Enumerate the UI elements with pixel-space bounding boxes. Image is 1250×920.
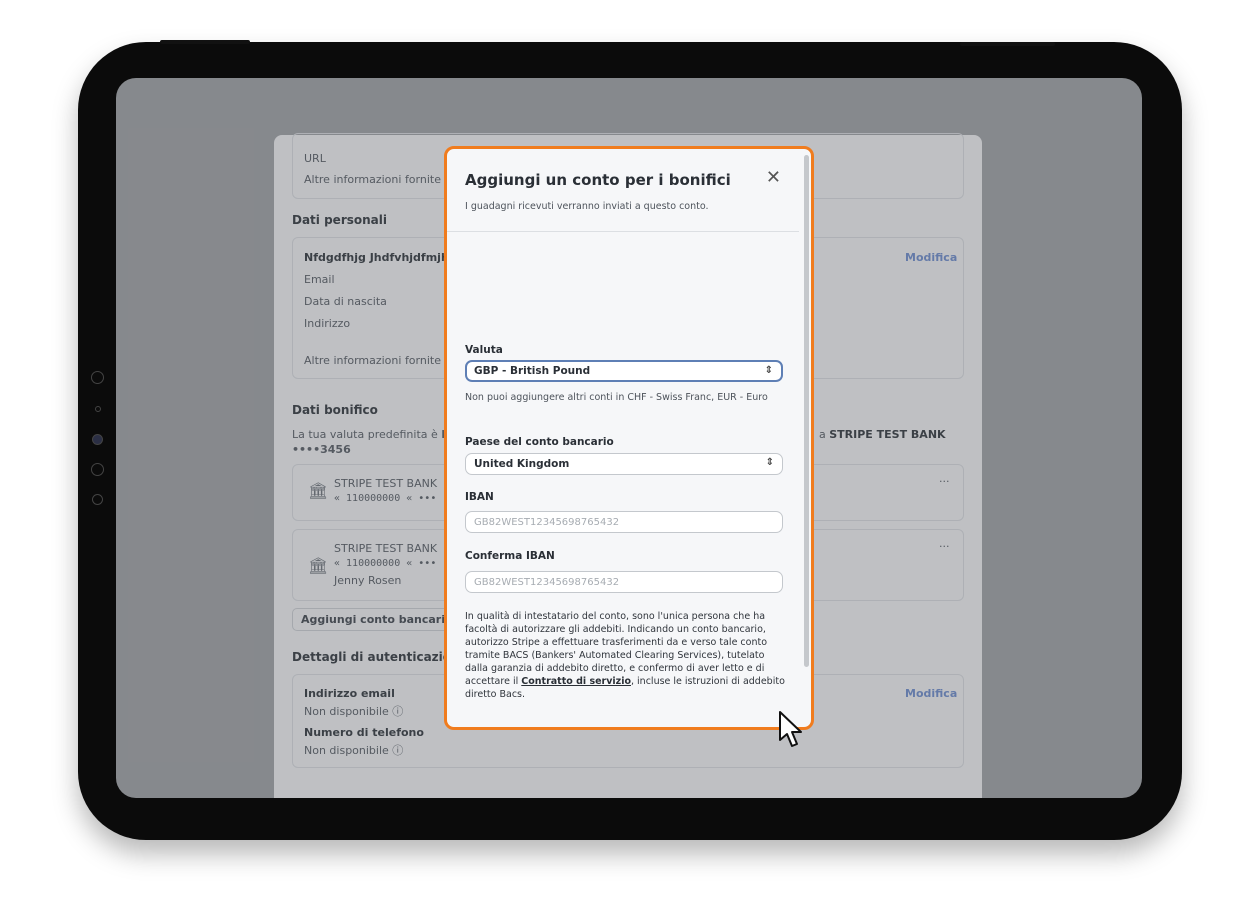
- confirm-iban-input[interactable]: GB82WEST12345698765432: [465, 571, 783, 593]
- top-button-right: [960, 42, 1055, 46]
- dialog-subtitle: I guadagni ricevuti verranno inviati a q…: [465, 201, 709, 212]
- dialog-divider: [447, 231, 799, 232]
- iban-label: IBAN: [465, 491, 494, 503]
- legal-text: In qualità di intestatario del conto, so…: [465, 610, 787, 701]
- country-label: Paese del conto bancario: [465, 436, 614, 448]
- close-icon[interactable]: ✕: [766, 167, 781, 188]
- mouse-pointer-icon: [779, 711, 802, 747]
- dialog-scrollbar[interactable]: [804, 155, 809, 667]
- country-value: United Kingdom: [474, 458, 570, 470]
- add-payout-account-dialog: Aggiungi un conto per i bonifici ✕ I gua…: [444, 146, 814, 730]
- iban-input[interactable]: GB82WEST12345698765432: [465, 511, 783, 533]
- chevron-updown-icon: ⇕: [765, 457, 774, 468]
- dialog-title: Aggiungi un conto per i bonifici: [465, 171, 731, 189]
- camera-sensor-2: [95, 406, 101, 412]
- currency-value: GBP - British Pound: [474, 365, 591, 377]
- camera-sensor-1: [91, 371, 104, 384]
- camera-lens: [92, 434, 103, 445]
- camera-sensor-3: [91, 463, 104, 476]
- camera-sensor-4: [92, 494, 103, 505]
- country-select[interactable]: United Kingdom ⇕: [465, 453, 783, 475]
- currency-select[interactable]: GBP - British Pound ⇕: [465, 360, 783, 382]
- confirm-iban-label: Conferma IBAN: [465, 550, 555, 562]
- chevron-updown-icon: ⇕: [764, 365, 773, 376]
- top-button-left: [160, 40, 250, 44]
- service-agreement-link[interactable]: Contratto di servizio: [521, 676, 631, 687]
- currency-label: Valuta: [465, 344, 503, 356]
- currency-note: Non puoi aggiungere altri conti in CHF -…: [465, 392, 768, 403]
